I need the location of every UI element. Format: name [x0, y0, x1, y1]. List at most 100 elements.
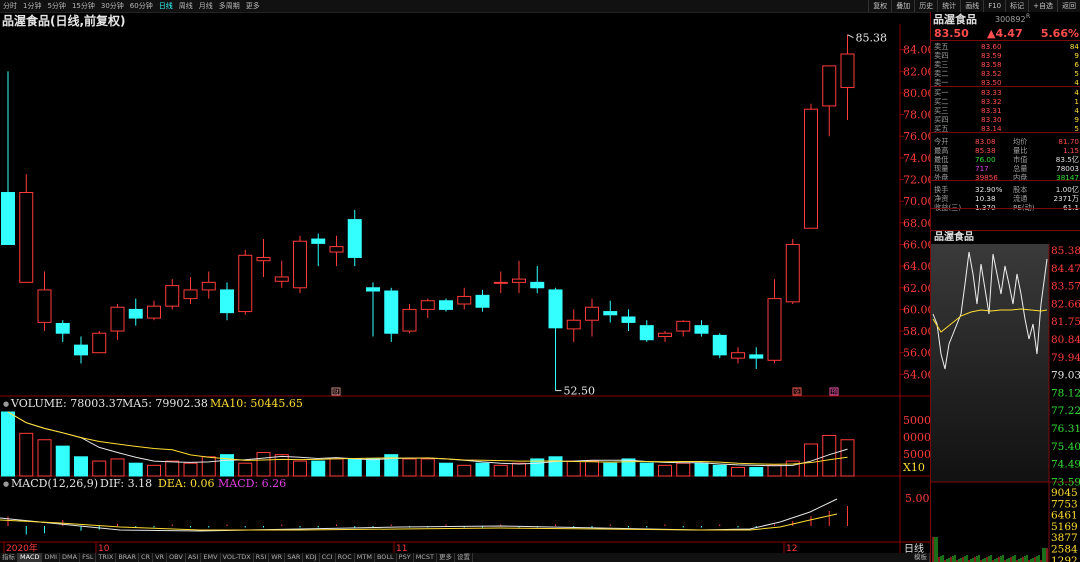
- volume-bar-15: [274, 454, 289, 477]
- indicator-tab-5[interactable]: TRIX: [96, 553, 117, 562]
- indicator-tab-3[interactable]: DMA: [60, 553, 81, 562]
- ask-vol-2: 6: [1074, 60, 1079, 69]
- volume-tick-2: 5000: [903, 448, 930, 461]
- candle-body-29: [530, 281, 545, 289]
- period-tab-9[interactable]: 多周期: [216, 0, 243, 12]
- indicator-tab-19[interactable]: MTM: [355, 553, 375, 562]
- mini-price-tick-5: 80.84: [1051, 334, 1080, 346]
- bid-price-3: 83.30: [981, 115, 1002, 124]
- indicator-tab-23[interactable]: 更多: [437, 553, 455, 562]
- period-tab-4[interactable]: 30分钟: [98, 0, 127, 12]
- ask-vol-0: 84: [1069, 42, 1079, 51]
- period-tabs: 分时 1分钟 5分钟 15分钟 30分钟 60分钟 日线 周线 月线 多周期 更多: [0, 0, 263, 12]
- intraday-chart[interactable]: 85.38 84.47 83.57 82.66 81.75 80.84 79.94 79.03…: [931, 244, 1080, 562]
- chart-tools: 复权 叠加 历史 统计 画线 F10 标记 +自选 返回: [868, 0, 1080, 12]
- indicator-tab-18[interactable]: ROC: [336, 553, 355, 562]
- indicator-tab-6[interactable]: BRAR: [116, 553, 139, 562]
- tool-button-5[interactable]: F10: [983, 0, 1005, 12]
- indicator-tab-13[interactable]: RSI: [254, 553, 270, 562]
- candle-body-36: [658, 332, 672, 337]
- mini-bg: [931, 244, 1049, 482]
- indicator-tab-21[interactable]: PSY: [397, 553, 414, 562]
- indicator-tab-16[interactable]: KDJ: [303, 553, 320, 562]
- ask-vol-3: 5: [1074, 69, 1079, 78]
- period-label: 日线: [904, 542, 924, 553]
- candle-body-22: [402, 308, 417, 332]
- candle-body-6: [110, 306, 125, 332]
- indicator-tab-17[interactable]: CCI: [320, 553, 336, 562]
- candle-body-31: [566, 319, 581, 330]
- kline-chart[interactable]: 84.00 82.00 80.00 78.00 76.00 74.00 72.00 70.00…: [0, 24, 930, 553]
- tool-button-1[interactable]: 叠加: [891, 0, 914, 12]
- period-tab-5[interactable]: 60分钟: [127, 0, 156, 12]
- volume-bar-42: [767, 464, 782, 477]
- stat-key1-0: 今开: [934, 137, 949, 146]
- volume-bar-23: [420, 458, 435, 477]
- candle-body-3: [55, 322, 70, 334]
- candle-body-21: [384, 290, 399, 334]
- indicator-tab-7[interactable]: CR: [139, 553, 154, 562]
- indicator-tab-2[interactable]: DMI: [42, 553, 61, 562]
- candle-body-46: [840, 53, 855, 89]
- template-tab[interactable]: 模板: [912, 553, 930, 562]
- ask-price-1: 83.59: [981, 51, 1002, 60]
- candle-body-37: [676, 320, 691, 332]
- volume-bar-17: [311, 460, 326, 477]
- indicator-tab-1[interactable]: MACD: [18, 553, 43, 562]
- indicator-tab-0[interactable]: 指标: [0, 553, 18, 562]
- indicator-tab-14[interactable]: WR: [269, 553, 286, 562]
- stat-val1-0: 83.08: [975, 137, 996, 146]
- period-tab-1[interactable]: 1分钟: [20, 0, 44, 12]
- mini-price-tick-3: 82.66: [1051, 298, 1080, 310]
- period-tab-10[interactable]: 更多: [243, 0, 263, 12]
- price-tick-12: 60.00: [903, 303, 930, 316]
- volume-tick-0: 5000: [903, 414, 930, 427]
- volume-bar-8: [147, 464, 161, 477]
- volume-bar-14: [256, 452, 271, 477]
- period-tab-6[interactable]: 日线: [156, 0, 176, 12]
- volume-bar-38: [694, 462, 709, 477]
- macd-dot-icon: ●: [3, 480, 9, 488]
- volume-bar-41: [749, 466, 764, 477]
- panel-divider: [931, 180, 1080, 181]
- indicator-tab-24[interactable]: 设置: [455, 553, 473, 562]
- mini-price-tick-0: 85.38: [1051, 245, 1080, 257]
- volume-legend: VOLUME: 78003.37: [10, 397, 123, 410]
- stat-val2-6: 2371万: [1053, 194, 1079, 203]
- high-label: 85.38: [856, 32, 888, 45]
- period-tab-3[interactable]: 15分钟: [69, 0, 98, 12]
- indicator-tab-15[interactable]: SAR: [285, 553, 304, 562]
- tool-button-0[interactable]: 复权: [868, 0, 891, 12]
- stat-val1-5: 32.90%: [975, 185, 1003, 194]
- candle-body-42: [767, 298, 782, 361]
- volume-bar-32: [585, 460, 599, 477]
- volume-bar-40: [731, 466, 745, 477]
- tool-button-6[interactable]: 标记: [1005, 0, 1028, 12]
- panel-divider: [931, 86, 1080, 87]
- candle-body-19: [347, 219, 362, 258]
- indicator-tab-9[interactable]: OBV: [167, 553, 186, 562]
- stat-val2-1: 1.15: [1062, 146, 1079, 155]
- indicator-tab-8[interactable]: VR: [153, 553, 168, 562]
- indicator-tab-4[interactable]: FSL: [80, 553, 97, 562]
- mini-vol-tick-3: 5169: [1051, 521, 1078, 533]
- candle-body-15: [274, 276, 289, 282]
- indicator-tab-12[interactable]: VOL-TDX: [221, 553, 254, 562]
- period-tab-8[interactable]: 月线: [196, 0, 216, 12]
- tool-button-4[interactable]: 画线: [960, 0, 983, 12]
- stat-val1-1: 85.38: [975, 146, 996, 155]
- indicator-tab-11[interactable]: EMV: [201, 553, 221, 562]
- tool-button-2[interactable]: 历史: [914, 0, 937, 12]
- indicator-tab-10[interactable]: ASI: [186, 553, 202, 562]
- indicator-tab-20[interactable]: BOLL: [375, 553, 397, 562]
- period-tab-7[interactable]: 周线: [176, 0, 196, 12]
- period-tab-0[interactable]: 分时: [0, 0, 20, 12]
- volume-bar-36: [658, 464, 672, 477]
- tool-button-7[interactable]: +自选: [1028, 0, 1057, 12]
- tool-button-8[interactable]: 返回: [1057, 0, 1080, 12]
- price-tick-0: 84.00: [903, 44, 930, 57]
- tool-button-3[interactable]: 统计: [937, 0, 960, 12]
- period-tab-2[interactable]: 5分钟: [44, 0, 68, 12]
- indicator-tab-22[interactable]: MCST: [414, 553, 437, 562]
- volume-tick-1: 0000: [903, 431, 930, 444]
